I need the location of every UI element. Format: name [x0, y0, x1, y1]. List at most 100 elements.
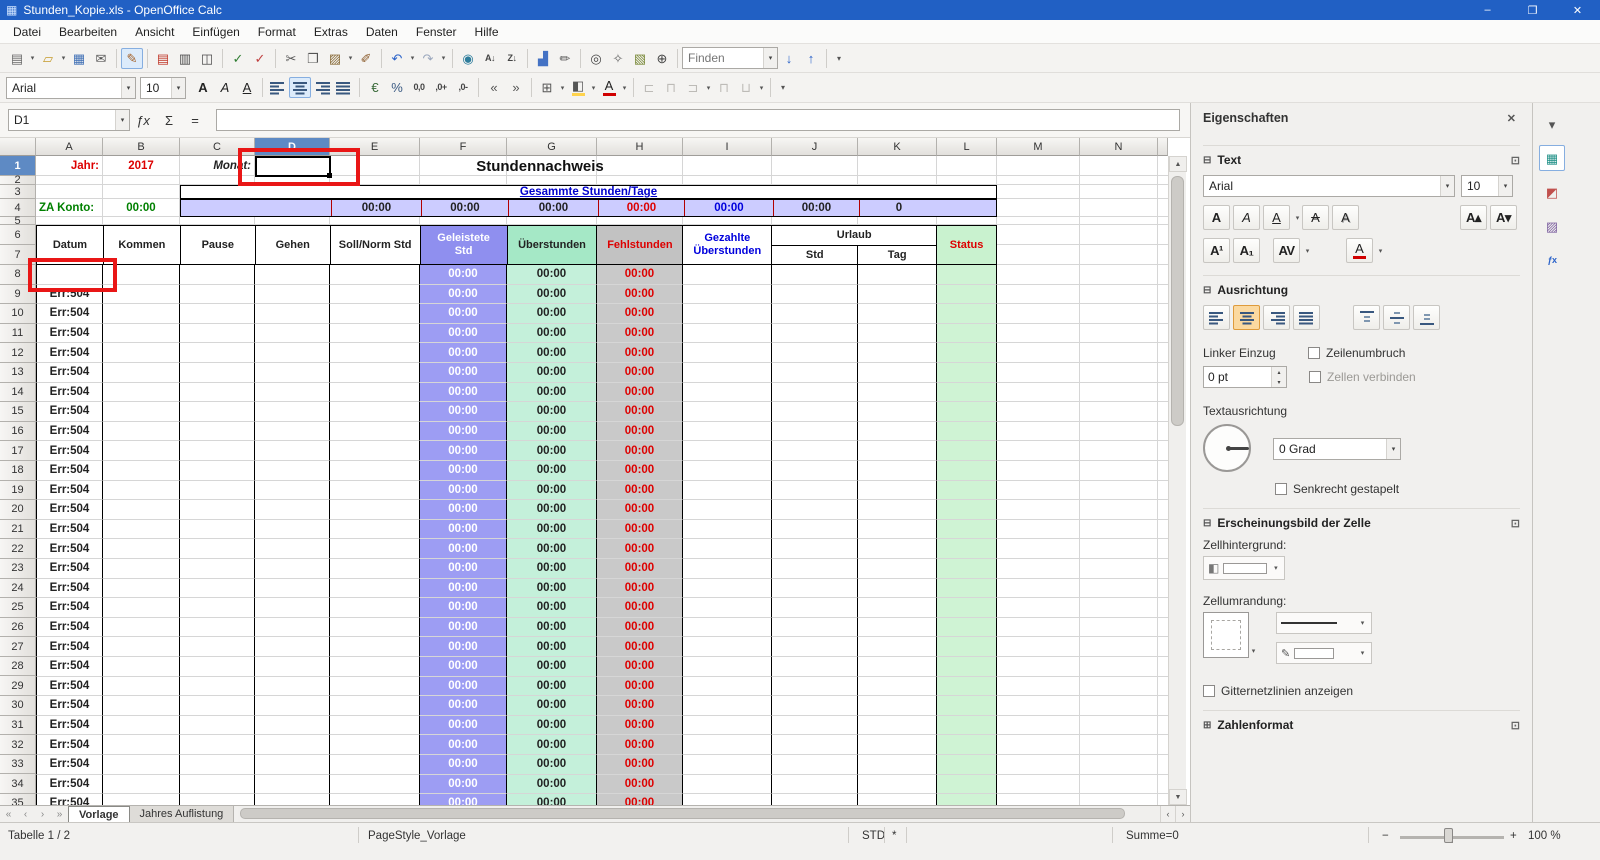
cell-M19[interactable]: [997, 481, 1080, 501]
row-header-5[interactable]: 5: [0, 217, 36, 225]
cell-G26[interactable]: 00:00: [507, 618, 597, 638]
cell-J12[interactable]: [772, 343, 858, 363]
cell-G22[interactable]: 00:00: [507, 539, 597, 559]
cell-J13[interactable]: [772, 363, 858, 383]
cell-N15[interactable]: [1080, 402, 1158, 422]
cell-D8[interactable]: [255, 265, 330, 285]
row-header-10[interactable]: 10: [0, 304, 36, 324]
italic-icon[interactable]: A: [214, 77, 236, 98]
header-status[interactable]: Status: [937, 225, 997, 265]
maximize-button[interactable]: ❐: [1510, 0, 1555, 20]
column-header-n[interactable]: N: [1080, 138, 1158, 156]
row-header-33[interactable]: 33: [0, 755, 36, 775]
cell-E33[interactable]: [330, 755, 420, 775]
cell-D11[interactable]: [255, 324, 330, 344]
cell-M17[interactable]: [997, 441, 1080, 461]
sidebar-underline-icon[interactable]: A: [1263, 205, 1290, 230]
cell-B4[interactable]: 00:00: [103, 199, 180, 217]
cell-B34[interactable]: [103, 775, 180, 795]
cell-F25[interactable]: 00:00: [420, 598, 507, 618]
toolbar-overflow-icon[interactable]: ▾: [837, 54, 841, 63]
cell-N32[interactable]: [1080, 735, 1158, 755]
cell-A4[interactable]: ZA Konto:: [36, 199, 103, 217]
cell-K11[interactable]: [858, 324, 937, 344]
cell-G31[interactable]: 00:00: [507, 716, 597, 736]
sidebar-character-spacing-icon-dropdown[interactable]: ▾: [1303, 240, 1312, 261]
sidebar-underline-icon-dropdown[interactable]: ▾: [1293, 207, 1302, 228]
summary-value-k[interactable]: 0: [859, 200, 938, 216]
background-color-icon-dropdown[interactable]: ▾: [589, 77, 598, 98]
cell-I15[interactable]: [683, 402, 772, 422]
cell-L31[interactable]: [937, 716, 997, 736]
cell-E8[interactable]: [330, 265, 420, 285]
cell-I2[interactable]: [683, 176, 772, 185]
cell-H24[interactable]: 00:00: [597, 579, 683, 599]
cell-B17[interactable]: [103, 441, 180, 461]
header-pause[interactable]: Pause: [181, 225, 256, 265]
menu-fenster[interactable]: Fenster: [407, 21, 466, 43]
cell-H27[interactable]: 00:00: [597, 637, 683, 657]
cell-K9[interactable]: [858, 285, 937, 305]
section-text-header[interactable]: ⊟ Text ⊡: [1203, 145, 1520, 167]
cell-C19[interactable]: [180, 481, 255, 501]
cell-E26[interactable]: [330, 618, 420, 638]
rotation-combo[interactable]: 0 Grad ▾: [1273, 438, 1401, 460]
show-gridlines-checkbox[interactable]: Gitternetzlinien anzeigen: [1203, 684, 1353, 698]
cell-I13[interactable]: [683, 363, 772, 383]
cell-H30[interactable]: 00:00: [597, 696, 683, 716]
cell-C16[interactable]: [180, 422, 255, 442]
find-combo[interactable]: ▾: [682, 47, 778, 69]
cell-D30[interactable]: [255, 696, 330, 716]
cell-M20[interactable]: [997, 500, 1080, 520]
cell-L2[interactable]: [937, 176, 997, 185]
menu-daten[interactable]: Daten: [357, 21, 407, 43]
cell-K21[interactable]: [858, 520, 937, 540]
hyperlink-icon[interactable]: ◉: [457, 48, 479, 69]
cell-J31[interactable]: [772, 716, 858, 736]
cell-D5[interactable]: [255, 217, 330, 225]
cell-L19[interactable]: [937, 481, 997, 501]
cell-A34[interactable]: Err:504: [36, 775, 103, 795]
cell-H32[interactable]: 00:00: [597, 735, 683, 755]
cell-F8[interactable]: 00:00: [420, 265, 507, 285]
page-preview-icon[interactable]: ◫: [196, 48, 218, 69]
sidebar-align-center-icon[interactable]: [1233, 305, 1260, 330]
cell-E14[interactable]: [330, 383, 420, 403]
cell-C9[interactable]: [180, 285, 255, 305]
collapse-icon[interactable]: ⊟: [1203, 155, 1211, 166]
menu-einfugen[interactable]: Einfügen: [183, 21, 248, 43]
font-name-dropdown-icon[interactable]: ▾: [121, 78, 135, 98]
cell-N8[interactable]: [1080, 265, 1158, 285]
insert-mode[interactable]: STD: [862, 830, 885, 842]
cell-L15[interactable]: [937, 402, 997, 422]
cell-N2[interactable]: [1080, 176, 1158, 185]
header-geleistete[interactable]: Geleistete Std: [421, 225, 508, 265]
cell-K31[interactable]: [858, 716, 937, 736]
cell-L14[interactable]: [937, 383, 997, 403]
sidebar-menu-icon[interactable]: ▾: [1539, 111, 1565, 137]
cell-D31[interactable]: [255, 716, 330, 736]
cell-I26[interactable]: [683, 618, 772, 638]
vertical-scrollbar[interactable]: ▲ ▼: [1168, 156, 1186, 805]
cell-H19[interactable]: 00:00: [597, 481, 683, 501]
cell-E13[interactable]: [330, 363, 420, 383]
cell-N13[interactable]: [1080, 363, 1158, 383]
align-objects-left-icon[interactable]: ⊏: [638, 77, 660, 98]
cell-C11[interactable]: [180, 324, 255, 344]
cell-L26[interactable]: [937, 618, 997, 638]
cell-F28[interactable]: 00:00: [420, 657, 507, 677]
cell-G21[interactable]: 00:00: [507, 520, 597, 540]
find-replace-icon[interactable]: ◎: [585, 48, 607, 69]
cell-A33[interactable]: Err:504: [36, 755, 103, 775]
cell-background-picker[interactable]: ◧ ▾: [1203, 556, 1285, 580]
row-header-1[interactable]: 1: [0, 156, 36, 176]
cell-B23[interactable]: [103, 559, 180, 579]
find-next-icon[interactable]: ↓: [778, 48, 800, 69]
cell-C14[interactable]: [180, 383, 255, 403]
column-header-h[interactable]: H: [597, 138, 683, 156]
sidebar-font-color-icon[interactable]: A: [1346, 238, 1373, 263]
cell-F5[interactable]: [420, 217, 507, 225]
row-header-11[interactable]: 11: [0, 324, 36, 344]
cell-C17[interactable]: [180, 441, 255, 461]
row-header-6[interactable]: 6: [0, 225, 36, 245]
